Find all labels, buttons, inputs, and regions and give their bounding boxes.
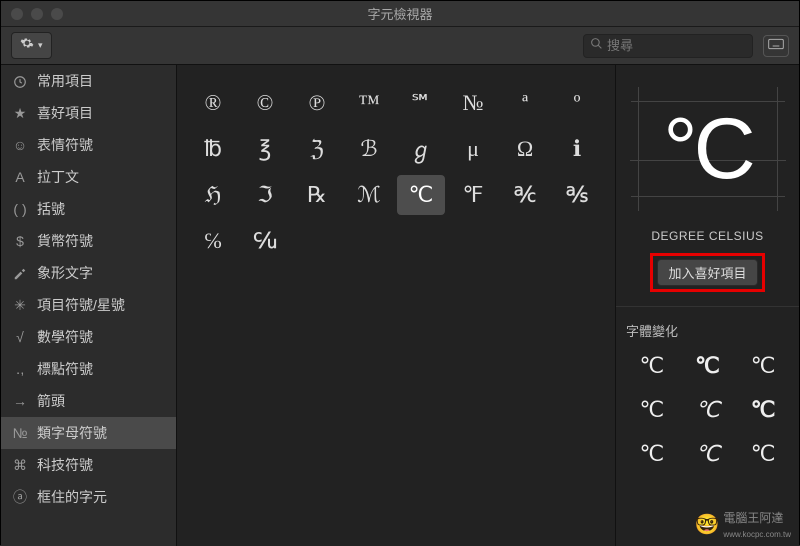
sidebar-item-label: 拉丁文 <box>37 167 79 187</box>
sidebar-item-label: 類字母符號 <box>37 423 107 443</box>
font-variant-cell[interactable]: ℃ <box>737 434 789 474</box>
sidebar-item[interactable]: ⓐ 框住的字元 <box>1 481 176 513</box>
category-icon <box>11 73 29 89</box>
watermark: 🤓 電腦王阿達 www.kocpc.com.tw <box>695 509 791 540</box>
category-icon <box>11 265 29 281</box>
category-icon: ★ <box>11 105 29 122</box>
sidebar-item[interactable]: ( ) 括號 <box>1 193 176 225</box>
character-cell[interactable]: ® <box>189 83 237 123</box>
character-cell[interactable]: © <box>241 83 289 123</box>
sidebar-item-label: 常用項目 <box>37 71 93 91</box>
sidebar-item-label: 項目符號/星號 <box>37 295 125 315</box>
character-cell[interactable]: Ω <box>501 129 549 169</box>
sidebar-item-label: 框住的字元 <box>37 487 107 507</box>
font-variant-cell[interactable]: ℃ <box>682 434 734 474</box>
sidebar-item[interactable]: 常用項目 <box>1 65 176 97</box>
sidebar-item[interactable]: ⌘ 科技符號 <box>1 449 176 481</box>
preview-glyph: °C <box>663 100 752 199</box>
settings-menu-button[interactable]: ▾ <box>11 32 52 59</box>
category-icon: № <box>11 425 29 441</box>
character-cell[interactable]: ℊ <box>397 129 445 169</box>
category-icon: ⓐ <box>11 487 29 507</box>
gear-icon <box>20 36 34 55</box>
category-icon: √ <box>11 329 29 345</box>
sidebar-item-label: 貨幣符號 <box>37 231 93 251</box>
sidebar-item-label: 喜好項目 <box>37 103 93 123</box>
category-icon: ☺ <box>11 137 29 153</box>
character-cell[interactable]: ℃ <box>397 175 445 215</box>
character-cell[interactable]: ª <box>501 83 549 123</box>
character-cell[interactable]: ℀ <box>501 175 549 215</box>
font-variant-cell[interactable]: ℃ <box>682 390 734 430</box>
sidebar-item[interactable]: 象形文字 <box>1 257 176 289</box>
category-icon: A <box>11 169 29 185</box>
character-cell[interactable]: ℹ <box>553 129 601 169</box>
character-cell[interactable]: ℠ <box>397 83 445 123</box>
sidebar-item[interactable]: A 拉丁文 <box>1 161 176 193</box>
window-title: 字元檢視器 <box>1 4 799 23</box>
character-cell[interactable]: ℔ <box>189 129 237 169</box>
category-icon: ․, <box>11 361 29 378</box>
sidebar-item-label: 象形文字 <box>37 263 93 283</box>
font-variants-label: 字體變化 <box>616 306 799 346</box>
sidebar-item-label: 科技符號 <box>37 455 93 475</box>
sidebar-item[interactable]: ☺ 表情符號 <box>1 129 176 161</box>
character-cell[interactable]: ℞ <box>293 175 341 215</box>
sidebar-item[interactable]: ․, 標點符號 <box>1 353 176 385</box>
category-icon: ✳ <box>11 297 29 314</box>
search-icon <box>590 37 603 55</box>
detail-panel: °C DEGREE CELSIUS 加入喜好項目 字體變化 ℃℃℃℃℃℃℃℃℃ <box>615 65 799 546</box>
font-variant-cell[interactable]: ℃ <box>737 346 789 386</box>
character-cell[interactable]: ℅ <box>189 221 237 261</box>
annotation-highlight: 加入喜好項目 <box>650 253 764 292</box>
character-cell[interactable]: ℬ <box>345 129 393 169</box>
category-icon: $ <box>11 233 29 249</box>
keyboard-icon <box>768 37 784 55</box>
character-cell[interactable]: ℑ <box>241 175 289 215</box>
character-cell[interactable]: ℗ <box>293 83 341 123</box>
category-icon: ( ) <box>11 201 29 217</box>
category-icon: ⌘ <box>11 457 29 474</box>
character-cell[interactable]: ℆ <box>241 221 289 261</box>
font-variant-cell[interactable]: ℃ <box>626 390 678 430</box>
character-name: DEGREE CELSIUS <box>616 229 799 243</box>
character-cell[interactable]: № <box>449 83 497 123</box>
sidebar-item[interactable]: $ 貨幣符號 <box>1 225 176 257</box>
sidebar-item-label: 標點符號 <box>37 359 93 379</box>
search-field[interactable] <box>583 34 753 58</box>
add-to-favorites-button[interactable]: 加入喜好項目 <box>657 259 757 286</box>
character-cell[interactable]: º <box>553 83 601 123</box>
character-cell[interactable]: ℁ <box>553 175 601 215</box>
sidebar-item-label: 表情符號 <box>37 135 93 155</box>
sidebar-item[interactable]: ✳ 項目符號/星號 <box>1 289 176 321</box>
character-cell[interactable]: ℉ <box>449 175 497 215</box>
watermark-logo: 🤓 <box>695 512 720 537</box>
character-cell[interactable]: ℥ <box>241 129 289 169</box>
character-preview: °C <box>630 79 786 219</box>
character-cell[interactable]: ℨ <box>293 129 341 169</box>
character-cell[interactable]: μ <box>449 129 497 169</box>
category-sidebar: 常用項目 ★ 喜好項目 ☺ 表情符號 A 拉丁文 ( ) 括號 $ 貨幣符號象形文字 ✳ 項目符號/星號… <box>1 65 177 546</box>
keyboard-viewer-button[interactable] <box>763 35 789 57</box>
character-cell[interactable]: ™ <box>345 83 393 123</box>
sidebar-item[interactable]: √ 數學符號 <box>1 321 176 353</box>
font-variant-cell[interactable]: ℃ <box>682 346 734 386</box>
sidebar-item[interactable]: → 箭頭 <box>1 385 176 417</box>
font-variant-cell[interactable]: ℃ <box>626 346 678 386</box>
sidebar-item[interactable]: ★ 喜好項目 <box>1 97 176 129</box>
search-input[interactable] <box>607 38 783 53</box>
font-variant-cell[interactable]: ℃ <box>626 434 678 474</box>
sidebar-item-label: 數學符號 <box>37 327 93 347</box>
font-variant-cell[interactable]: ℃ <box>737 390 789 430</box>
character-grid-area: ®©℗™℠№ªº ℔℥ℨℬℊμΩℹ ℌℑ℞ℳ℃℉℀℁ ℅℆ <box>177 65 615 546</box>
sidebar-item-label: 箭頭 <box>37 391 65 411</box>
character-cell[interactable]: ℌ <box>189 175 237 215</box>
sidebar-item[interactable]: № 類字母符號 <box>1 417 176 449</box>
chevron-down-icon: ▾ <box>38 40 43 51</box>
category-icon: → <box>11 393 29 409</box>
sidebar-item-label: 括號 <box>37 199 65 219</box>
character-cell[interactable]: ℳ <box>345 175 393 215</box>
